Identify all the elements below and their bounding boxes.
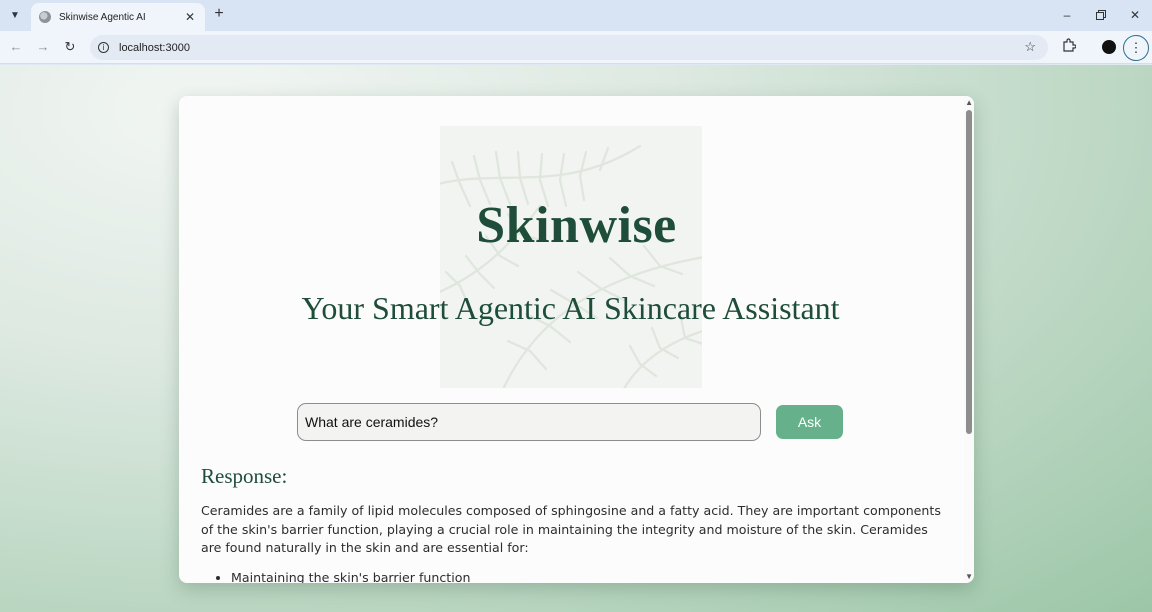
scrollbar[interactable]: ▲ ▼ bbox=[964, 96, 974, 583]
forward-button[interactable]: → bbox=[34, 38, 52, 56]
brand-title: Skinwise bbox=[476, 197, 677, 254]
profile-icon[interactable] bbox=[1102, 40, 1116, 54]
plus-icon: + bbox=[214, 5, 224, 22]
response-list: Maintaining the skin's barrier function bbox=[217, 570, 470, 583]
info-icon[interactable]: i bbox=[98, 42, 109, 53]
extensions-button[interactable] bbox=[1062, 38, 1077, 55]
page-subtitle: Your Smart Agentic AI Skincare Assistant bbox=[301, 290, 840, 326]
leaf-background-image bbox=[440, 126, 702, 388]
reload-icon: ↻ bbox=[64, 39, 76, 54]
close-icon[interactable]: ✕ bbox=[183, 10, 197, 24]
browser-tab[interactable]: Skinwise Agentic AI ✕ bbox=[31, 3, 205, 31]
scroll-up-icon[interactable]: ▲ bbox=[965, 98, 973, 107]
minimize-button[interactable]: – bbox=[1058, 6, 1076, 24]
question-input[interactable] bbox=[297, 403, 761, 441]
response-text: Ceramides are a family of lipid molecule… bbox=[201, 503, 941, 555]
browser-menu-button[interactable]: ⋮ bbox=[1123, 35, 1149, 61]
new-tab-button[interactable]: + bbox=[210, 6, 228, 24]
tab-title: Skinwise Agentic AI bbox=[59, 11, 146, 23]
restore-icon bbox=[1096, 10, 1106, 20]
page-background: Skinwise Your Smart Agentic AI Skincare … bbox=[0, 65, 1152, 612]
response-heading: Response: bbox=[201, 464, 288, 488]
minimize-icon: – bbox=[1063, 8, 1071, 22]
reload-button[interactable]: ↻ bbox=[61, 38, 79, 56]
window-close-button[interactable]: ✕ bbox=[1126, 6, 1144, 24]
browser-toolbar: ← → ↻ i localhost:3000 ☆ ⋮ bbox=[0, 31, 1152, 64]
list-item: Maintaining the skin's barrier function bbox=[231, 570, 470, 583]
chevron-down-icon: ▼ bbox=[10, 9, 20, 21]
back-button[interactable]: ← bbox=[7, 38, 25, 56]
scroll-down-icon[interactable]: ▼ bbox=[965, 572, 973, 581]
arrow-right-icon: → bbox=[36, 39, 50, 54]
url-text[interactable]: localhost:3000 bbox=[119, 42, 190, 54]
kebab-menu-icon: ⋮ bbox=[1129, 40, 1143, 55]
puzzle-icon bbox=[1063, 38, 1077, 52]
assistant-card: Skinwise Your Smart Agentic AI Skincare … bbox=[179, 96, 974, 583]
tab-search-button[interactable]: ▼ bbox=[5, 5, 25, 25]
arrow-left-icon: ← bbox=[9, 39, 23, 54]
star-icon[interactable]: ☆ bbox=[1024, 39, 1036, 55]
scrollbar-thumb[interactable] bbox=[966, 110, 972, 434]
address-bar[interactable]: i localhost:3000 ☆ bbox=[90, 35, 1048, 60]
restore-button[interactable] bbox=[1092, 6, 1110, 24]
ask-button[interactable]: Ask bbox=[776, 405, 843, 439]
globe-icon bbox=[39, 11, 51, 23]
tab-strip: ▼ Skinwise Agentic AI ✕ + – ✕ bbox=[0, 0, 1152, 31]
close-icon: ✕ bbox=[1129, 8, 1141, 22]
